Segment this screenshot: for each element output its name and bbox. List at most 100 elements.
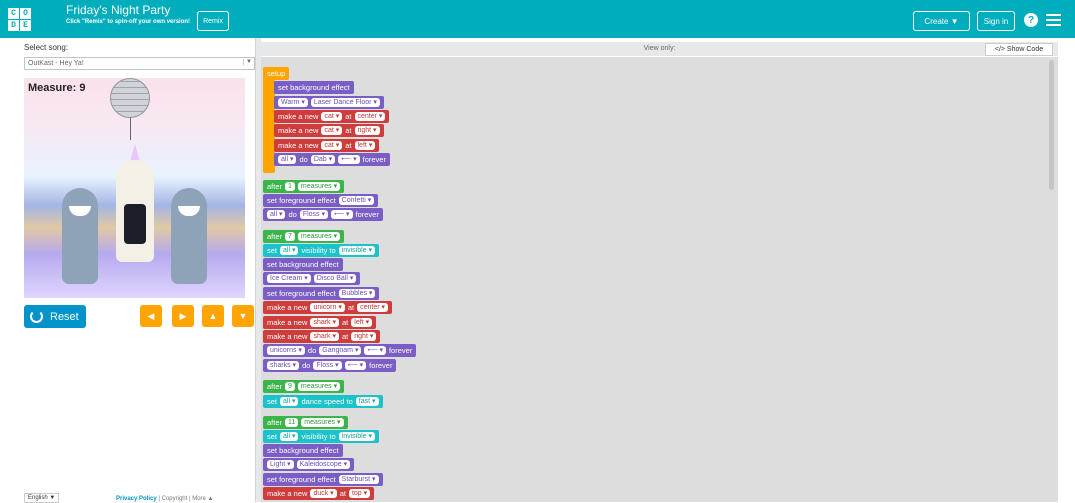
code-block[interactable]: after 7 measures ▾ [263,230,345,243]
block-field-dropdown[interactable]: right ▾ [351,332,377,341]
code-block[interactable]: Light ▾ Kaleidoscope ▾ [263,458,355,471]
block-field-dropdown[interactable]: Kaleidoscope ▾ [296,460,351,469]
code-block[interactable]: make a new shark ▾ at right ▾ [263,330,381,343]
code-block[interactable]: setup [263,67,290,80]
code-block[interactable]: make a new cat ▾ at right ▾ [274,124,384,137]
code-block[interactable]: set background effect [263,444,343,457]
block-field-dropdown[interactable]: fast ▾ [355,397,379,406]
code-block[interactable]: Ice Cream ▾ Disco Ball ▾ [263,272,361,285]
code-block[interactable]: set foreground effect Bubbles ▾ [263,287,380,300]
arrow-right-button[interactable]: ▶ [172,305,194,327]
show-code-button[interactable]: </> Show Code [985,43,1053,56]
block-field-dropdown[interactable]: all ▾ [278,155,297,164]
block-field-dropdown[interactable]: unicorn ▾ [310,303,345,312]
block-field-dropdown[interactable]: Disco Ball ▾ [313,274,357,283]
workspace-scrollbar[interactable] [1049,60,1054,190]
block-field-dropdown[interactable]: ⟵ ▾ [338,155,360,164]
code-block[interactable]: Warm ▾ Laser Dance Floor ▾ [274,96,384,109]
block-text: do [307,346,317,355]
arrow-up-button[interactable]: ▲ [202,305,224,327]
remix-button[interactable]: Remix [197,11,229,31]
code-block[interactable]: after 11 measures ▾ [263,416,348,429]
sign-in-button[interactable]: Sign in [977,11,1015,31]
block-field-dropdown[interactable]: 1 [285,182,295,191]
arrow-left-button[interactable]: ◀ [140,305,162,327]
block-field-dropdown[interactable]: measures ▾ [297,382,341,391]
code-block[interactable]: make a new cat ▾ at left ▾ [274,139,380,152]
privacy-policy-link[interactable]: Privacy Policy [116,496,157,502]
block-field-dropdown[interactable]: Floss ▾ [299,210,328,219]
block-field-dropdown[interactable]: center ▾ [354,112,386,121]
block-field-dropdown[interactable]: 9 [285,382,295,391]
block-field-dropdown[interactable]: cat ▾ [321,112,343,121]
block-field-dropdown[interactable]: top ▾ [348,489,371,498]
code-block[interactable]: all ▾ do Dab ▾ ⟵ ▾ forever [274,153,390,166]
block-field-dropdown[interactable]: center ▾ [357,303,389,312]
block-field-dropdown[interactable]: invisible ▾ [338,246,376,255]
more-link[interactable]: More ▲ [192,496,213,502]
help-icon[interactable]: ? [1024,13,1038,27]
code-block[interactable]: make a new duck ▾ at top ▾ [263,487,375,500]
code-block[interactable]: all ▾ do Floss ▾ ⟵ ▾ forever [263,208,383,221]
block-text: after [267,382,283,391]
block-field-dropdown[interactable]: cat ▾ [321,141,343,150]
code-block[interactable]: set all ▾ visibility to invisible ▾ [263,244,380,257]
block-field-dropdown[interactable]: sharks ▾ [267,361,300,370]
block-field-dropdown[interactable]: all ▾ [267,210,286,219]
block-field-dropdown[interactable]: shark ▾ [310,332,340,341]
block-field-dropdown[interactable]: Warm ▾ [278,98,308,107]
code-block[interactable]: set all ▾ visibility to invisible ▾ [263,430,380,443]
create-button[interactable]: Create ▼ [913,11,970,31]
code-block[interactable]: set all ▾ dance speed to fast ▾ [263,395,383,408]
code-org-logo[interactable]: C O D E [8,8,31,31]
code-block[interactable]: set background effect [274,81,354,94]
code-block[interactable]: make a new unicorn ▾ at center ▾ [263,301,393,314]
block-field-dropdown[interactable]: measures ▾ [297,232,341,241]
block-field-dropdown[interactable]: Confetti ▾ [338,196,375,205]
code-block[interactable]: unicorns ▾ do Gangnam ▾ ⟵ ▾ forever [263,344,417,357]
block-field-dropdown[interactable]: Light ▾ [267,460,294,469]
block-field-dropdown[interactable]: left ▾ [354,141,376,150]
block-field-dropdown[interactable]: right ▾ [354,126,380,135]
block-field-dropdown[interactable]: ⟵ ▾ [344,361,367,370]
copyright-link[interactable]: Copyright [162,496,188,502]
block-field-dropdown[interactable]: all ▾ [280,397,299,406]
block-field-dropdown[interactable]: 7 [285,232,295,241]
code-block[interactable]: after 9 measures ▾ [263,380,345,393]
block-field-dropdown[interactable]: Bubbles ▾ [338,289,376,298]
block-text: make a new [267,318,308,327]
arrow-down-button[interactable]: ▼ [232,305,254,327]
code-block[interactable]: make a new shark ▾ at left ▾ [263,316,377,329]
block-text: forever [362,155,386,164]
reset-button[interactable]: Reset [24,305,86,328]
block-field-dropdown[interactable]: all ▾ [280,432,299,441]
song-select[interactable]: OutKast - Hey Ya! ▼ [24,57,255,70]
block-field-dropdown[interactable]: invisible ▾ [338,432,376,441]
block-field-dropdown[interactable]: Ice Cream ▾ [267,274,311,283]
block-field-dropdown[interactable]: measures ▾ [297,182,341,191]
block-field-dropdown[interactable]: Floss ▾ [313,361,342,370]
block-field-dropdown[interactable]: Laser Dance Floor ▾ [310,98,380,107]
block-field-dropdown[interactable]: all ▾ [280,246,299,255]
code-block[interactable]: set foreground effect Confetti ▾ [263,194,379,207]
block-field-dropdown[interactable]: ⟵ ▾ [331,210,353,219]
block-field-dropdown[interactable]: ⟵ ▾ [364,346,386,355]
code-block[interactable]: set foreground effect Starburst ▾ [263,473,383,486]
block-field-dropdown[interactable]: Starburst ▾ [338,475,379,484]
block-field-dropdown[interactable]: Dab ▾ [310,155,336,164]
block-field-dropdown[interactable]: cat ▾ [321,126,343,135]
block-field-dropdown[interactable]: Gangnam ▾ [319,346,362,355]
block-field-dropdown[interactable]: left ▾ [351,318,373,327]
block-field-dropdown[interactable]: duck ▾ [310,489,337,498]
code-block[interactable]: sharks ▾ do Floss ▾ ⟵ ▾ forever [263,359,397,372]
hamburger-menu-icon[interactable] [1046,14,1061,26]
block-field-dropdown[interactable]: shark ▾ [310,318,340,327]
footer-links: Privacy Policy | Copyright | More ▲ [116,496,214,502]
block-field-dropdown[interactable]: 11 [285,418,299,427]
code-block[interactable]: make a new cat ▾ at center ▾ [274,110,390,123]
logo-letter: O [20,8,31,19]
block-field-dropdown[interactable]: measures ▾ [301,418,344,427]
code-block[interactable]: set background effect [263,258,343,271]
code-block[interactable]: after 1 measures ▾ [263,180,345,193]
block-field-dropdown[interactable]: unicorns ▾ [267,346,305,355]
